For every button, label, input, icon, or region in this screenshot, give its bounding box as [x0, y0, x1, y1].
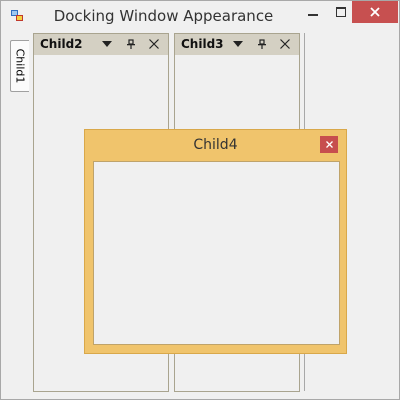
maximize-icon	[336, 7, 346, 17]
pane-title: Child2	[40, 37, 83, 51]
dropdown-button[interactable]	[100, 37, 114, 51]
pin-icon	[127, 39, 135, 49]
pane-close-button[interactable]	[147, 37, 161, 51]
side-tab-child1[interactable]: Child1	[10, 40, 29, 92]
pane-title: Child3	[181, 37, 224, 51]
maximize-button[interactable]	[327, 1, 355, 23]
main-window: Docking Window Appearance Child1 Child2	[0, 0, 400, 400]
pin-button[interactable]	[124, 37, 138, 51]
close-button[interactable]	[352, 1, 398, 23]
pane-close-button[interactable]	[278, 37, 292, 51]
chevron-down-icon	[102, 41, 112, 47]
float-close-button[interactable]	[320, 136, 338, 153]
window-title: Docking Window Appearance	[53, 7, 274, 25]
close-icon	[149, 39, 159, 49]
float-window-child4: Child4	[84, 129, 347, 354]
pane-header[interactable]: Child3	[175, 34, 299, 55]
pane-header[interactable]: Child2	[34, 34, 168, 55]
side-tab-label: Child1	[13, 48, 27, 84]
float-window-title[interactable]: Child4	[85, 130, 346, 160]
close-icon	[370, 7, 380, 17]
dropdown-button[interactable]	[231, 37, 245, 51]
pin-icon	[258, 39, 266, 49]
title-bar: Docking Window Appearance	[1, 1, 399, 31]
minimize-button[interactable]	[299, 1, 327, 23]
chevron-down-icon	[233, 41, 243, 47]
close-icon	[280, 39, 290, 49]
close-icon	[325, 141, 333, 148]
minimize-icon	[308, 14, 318, 16]
float-window-content	[93, 161, 340, 345]
pin-button[interactable]	[255, 37, 269, 51]
